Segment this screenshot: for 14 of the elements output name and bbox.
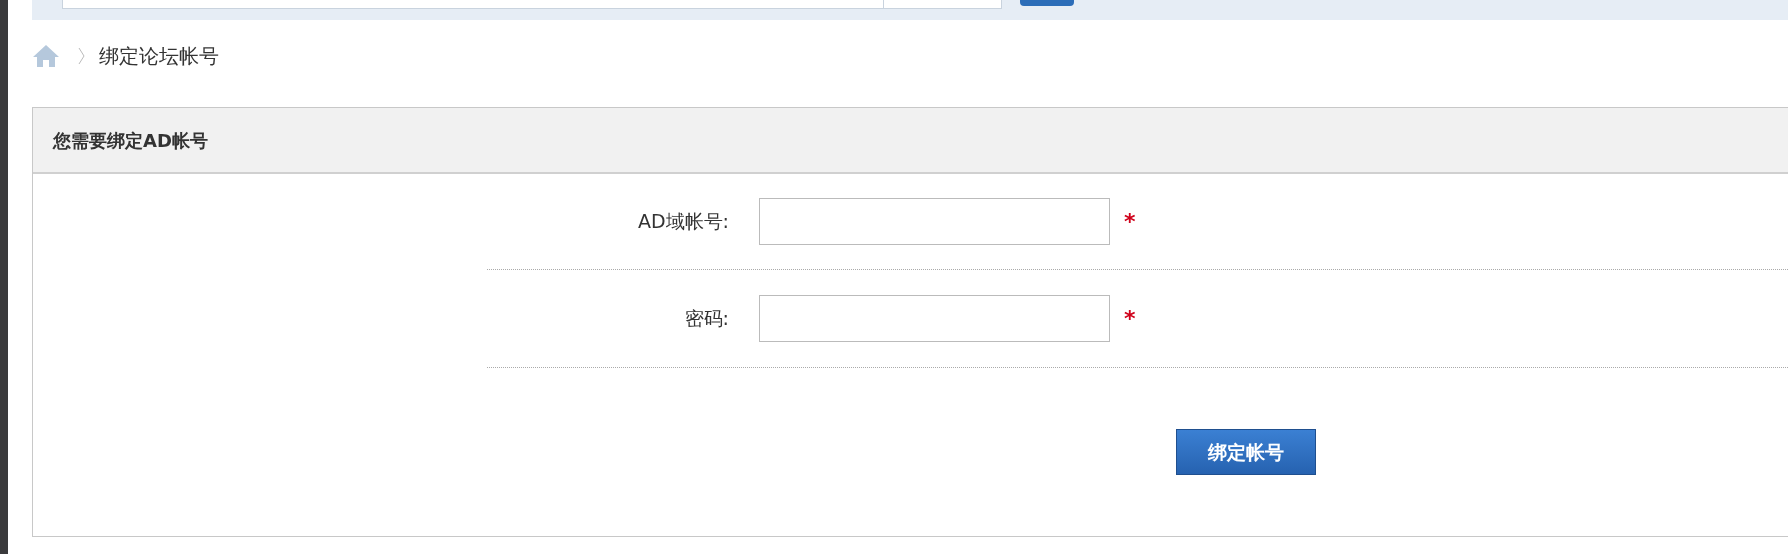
home-icon[interactable] — [32, 44, 60, 68]
bind-button[interactable]: 绑定帐号 — [1176, 429, 1316, 475]
required-mark: * — [1124, 305, 1136, 333]
breadcrumb-current: 绑定论坛帐号 — [99, 43, 219, 70]
panel-title: 您需要绑定AD帐号 — [53, 128, 208, 153]
search-type-field[interactable] — [884, 0, 1002, 9]
search-field[interactable] — [62, 0, 884, 9]
chevron-icon — [78, 47, 85, 65]
required-mark: * — [1124, 208, 1136, 236]
input-field[interactable] — [759, 295, 1110, 342]
search-button[interactable] — [1020, 0, 1074, 6]
input-field[interactable] — [759, 198, 1110, 245]
field-label: 密码: — [683, 306, 730, 332]
field-label: AD域帐号: — [636, 209, 730, 235]
